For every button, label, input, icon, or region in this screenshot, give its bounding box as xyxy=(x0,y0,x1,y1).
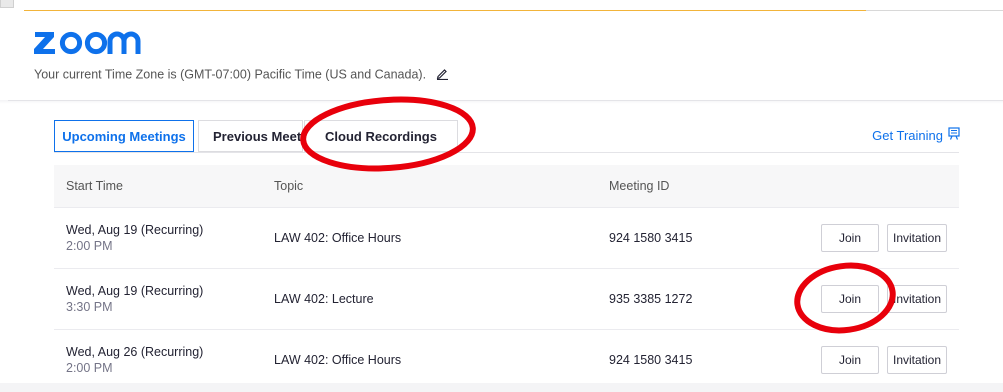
meeting-time: 3:30 PM xyxy=(66,300,113,314)
zoom-logo xyxy=(34,30,146,61)
timezone-text: Your current Time Zone is (GMT-07:00) Pa… xyxy=(34,67,427,82)
notice-border xyxy=(24,10,866,11)
meeting-date: Wed, Aug 26 (Recurring) xyxy=(66,345,204,359)
meeting-id: 935 3385 1272 xyxy=(609,292,693,306)
meeting-topic[interactable]: LAW 402: Office Hours xyxy=(274,231,609,245)
corner-checkbox xyxy=(0,0,14,8)
meeting-actions: Join Invitation xyxy=(789,224,959,252)
meeting-topic[interactable]: LAW 402: Office Hours xyxy=(274,353,609,367)
bottom-edge xyxy=(0,383,1003,392)
join-button[interactable]: Join xyxy=(821,285,879,313)
column-header-topic: Topic xyxy=(274,179,304,193)
invitation-button[interactable]: Invitation xyxy=(887,224,947,252)
meetings-table: Start Time Topic Meeting ID Wed, Aug 19 … xyxy=(54,165,959,391)
meeting-time: 2:00 PM xyxy=(66,239,113,253)
meeting-id: 924 1580 3415 xyxy=(609,231,693,245)
invitation-button[interactable]: Invitation xyxy=(887,346,947,374)
column-header-meeting-id: Meeting ID xyxy=(609,179,670,193)
tab-previous-meetings[interactable]: Previous Meetings xyxy=(198,120,328,152)
meetings-tabs: Upcoming Meetings Previous Meetings Clou… xyxy=(54,120,458,152)
meeting-start-time: Wed, Aug 19 (Recurring) 2:00 PM xyxy=(54,223,274,253)
column-header-start-time: Start Time xyxy=(66,179,123,193)
meeting-date: Wed, Aug 19 (Recurring) xyxy=(66,284,204,298)
table-row: Wed, Aug 19 (Recurring) 2:00 PM LAW 402:… xyxy=(54,208,959,269)
header-divider xyxy=(0,100,1003,104)
table-row: Wed, Aug 19 (Recurring) 3:30 PM LAW 402:… xyxy=(54,269,959,330)
join-button[interactable]: Join xyxy=(821,224,879,252)
top-border xyxy=(0,0,1003,11)
meeting-actions: Join Invitation xyxy=(789,285,959,313)
table-row: Wed, Aug 26 (Recurring) 2:00 PM LAW 402:… xyxy=(54,330,959,391)
meeting-actions: Join Invitation xyxy=(789,346,959,374)
tab-upcoming-meetings[interactable]: Upcoming Meetings xyxy=(54,120,194,152)
meeting-topic[interactable]: LAW 402: Lecture xyxy=(274,292,609,306)
meeting-start-time: Wed, Aug 26 (Recurring) 2:00 PM xyxy=(54,345,274,375)
invitation-button[interactable]: Invitation xyxy=(887,285,947,313)
meeting-id: 924 1580 3415 xyxy=(609,353,693,367)
meeting-start-time: Wed, Aug 19 (Recurring) 3:30 PM xyxy=(54,284,274,314)
meeting-time: 2:00 PM xyxy=(66,361,113,375)
edit-pencil-icon[interactable] xyxy=(436,67,449,83)
tab-cloud-recordings[interactable]: Cloud Recordings xyxy=(304,120,458,152)
top-border-gray xyxy=(866,10,1003,11)
get-training-label[interactable]: Get Training xyxy=(872,128,943,143)
meeting-date: Wed, Aug 19 (Recurring) xyxy=(66,223,204,237)
timezone-info: Your current Time Zone is (GMT-07:00) Pa… xyxy=(34,67,449,83)
get-training-link[interactable]: Get Training xyxy=(872,127,960,143)
tabs-divider xyxy=(54,152,959,153)
training-icon xyxy=(948,127,960,143)
table-header: Start Time Topic Meeting ID xyxy=(54,165,959,208)
zoom-logo-icon xyxy=(34,31,141,55)
join-button[interactable]: Join xyxy=(821,346,879,374)
